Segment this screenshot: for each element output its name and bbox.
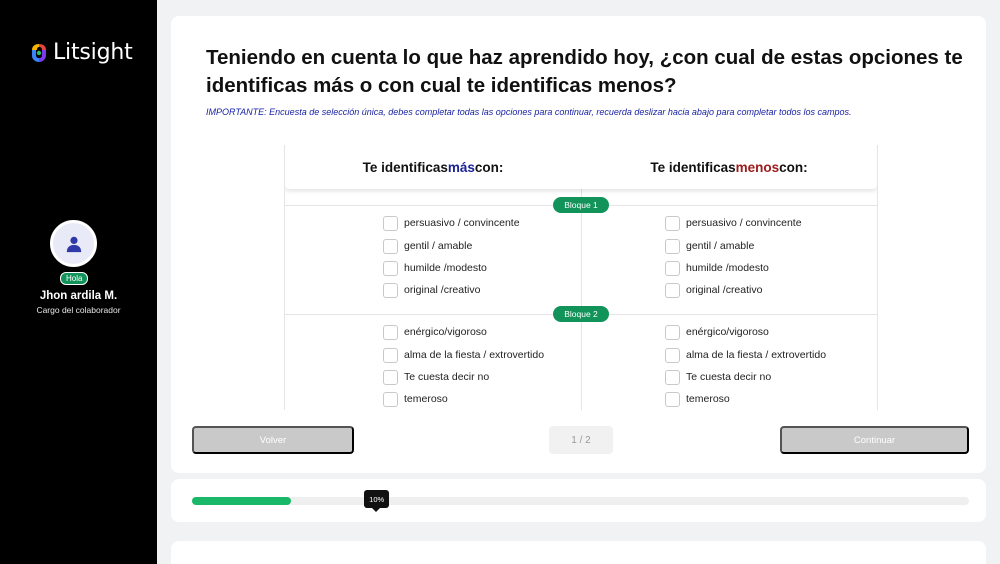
checkbox[interactable] — [383, 215, 398, 231]
option-label: Te cuesta decir no — [404, 371, 490, 383]
page-indicator: 1 / 2 — [549, 426, 613, 454]
checkbox[interactable] — [383, 238, 398, 254]
option-menos-2-4[interactable]: temeroso — [665, 390, 730, 408]
option-menos-2-3[interactable]: Te cuesta decir no — [665, 368, 771, 386]
option-label: enérgico/vigoroso — [686, 326, 769, 338]
option-label: alma de la fiesta / extrovertido — [686, 349, 827, 361]
option-label: humilde /modesto — [404, 262, 487, 274]
option-label: humilde /modesto — [686, 262, 769, 274]
survey-title: Teniendo en cuenta lo que haz aprendido … — [206, 46, 963, 97]
option-label: original /creativo — [686, 284, 763, 296]
option-label: persuasivo / convincente — [404, 217, 520, 229]
table-header: Te identificas más con: Te identificas m… — [285, 145, 877, 189]
option-mas-1-3[interactable]: humilde /modesto — [383, 259, 487, 277]
option-mas-2-2[interactable]: alma de la fiesta / extrovertido — [383, 346, 544, 364]
option-label: enérgico/vigoroso — [404, 326, 487, 338]
option-label: gentil / amable — [686, 240, 755, 252]
next-section-card — [171, 541, 986, 564]
block-badge-1: Bloque 1 — [553, 197, 609, 213]
option-label: alma de la fiesta / extrovertido — [404, 349, 545, 361]
progress-tooltip: 10% — [364, 490, 390, 512]
progress-fill — [192, 497, 291, 505]
option-menos-1-2[interactable]: gentil / amable — [665, 237, 754, 255]
checkbox[interactable] — [383, 282, 398, 298]
logo[interactable]: Litsight — [29, 40, 133, 65]
checkbox[interactable] — [383, 347, 398, 363]
checkbox[interactable] — [665, 324, 680, 340]
option-label: Te cuesta decir no — [686, 371, 772, 383]
option-menos-2-1[interactable]: enérgico/vigoroso — [665, 323, 769, 341]
back-button[interactable]: Volver — [192, 426, 354, 454]
progress-track: 10% — [192, 490, 969, 512]
important-note: IMPORTANTE: Encuesta de selección única,… — [206, 107, 852, 117]
option-label: persuasivo / convincente — [686, 217, 802, 229]
option-label: original /creativo — [404, 284, 481, 296]
greeting-badge: Hola — [60, 272, 89, 285]
column-header-mas: Te identificas más con: — [362, 159, 504, 175]
checkbox[interactable] — [665, 369, 680, 385]
checkbox[interactable] — [383, 324, 398, 340]
checkbox[interactable] — [665, 347, 680, 363]
survey-card: Teniendo en cuenta lo que haz aprendido … — [171, 16, 986, 473]
checkbox[interactable] — [665, 215, 680, 231]
checkbox[interactable] — [665, 260, 680, 276]
progress-card: 10% — [171, 479, 986, 522]
checkbox[interactable] — [383, 391, 398, 407]
logo-text: Litsight — [53, 40, 133, 65]
avatar[interactable] — [50, 220, 97, 267]
option-menos-1-4[interactable]: original /creativo — [665, 281, 762, 299]
option-menos-1-1[interactable]: persuasivo / convincente — [665, 214, 802, 232]
user-icon — [66, 236, 81, 252]
option-mas-2-1[interactable]: enérgico/vigoroso — [383, 323, 487, 341]
option-mas-2-4[interactable]: temeroso — [383, 390, 448, 408]
option-label: temeroso — [686, 393, 730, 405]
option-mas-2-3[interactable]: Te cuesta decir no — [383, 368, 489, 386]
block-badge-2: Bloque 2 — [553, 306, 609, 322]
option-label: gentil / amable — [404, 240, 473, 252]
column-header-menos: Te identificas menos con: — [650, 159, 808, 175]
option-mas-1-4[interactable]: original /creativo — [383, 281, 480, 299]
checkbox[interactable] — [383, 260, 398, 276]
survey-table[interactable]: Te identificas más con: Te identificas m… — [284, 145, 878, 410]
checkbox[interactable] — [383, 369, 398, 385]
checkbox[interactable] — [665, 238, 680, 254]
checkbox[interactable] — [665, 391, 680, 407]
user-role: Cargo del colaborador — [36, 305, 121, 315]
option-menos-1-3[interactable]: humilde /modesto — [665, 259, 769, 277]
litsight-logo-icon — [32, 43, 46, 62]
checkbox[interactable] — [665, 282, 680, 298]
sidebar: Litsight Hola Jhon ardila M. Cargo del c… — [0, 0, 157, 564]
option-label: temeroso — [404, 393, 448, 405]
option-mas-1-2[interactable]: gentil / amable — [383, 237, 472, 255]
user-name: Jhon ardila M. — [39, 290, 118, 302]
continue-button[interactable]: Continuar — [780, 426, 969, 454]
option-menos-2-2[interactable]: alma de la fiesta / extrovertido — [665, 346, 826, 364]
option-mas-1-1[interactable]: persuasivo / convincente — [383, 214, 520, 232]
